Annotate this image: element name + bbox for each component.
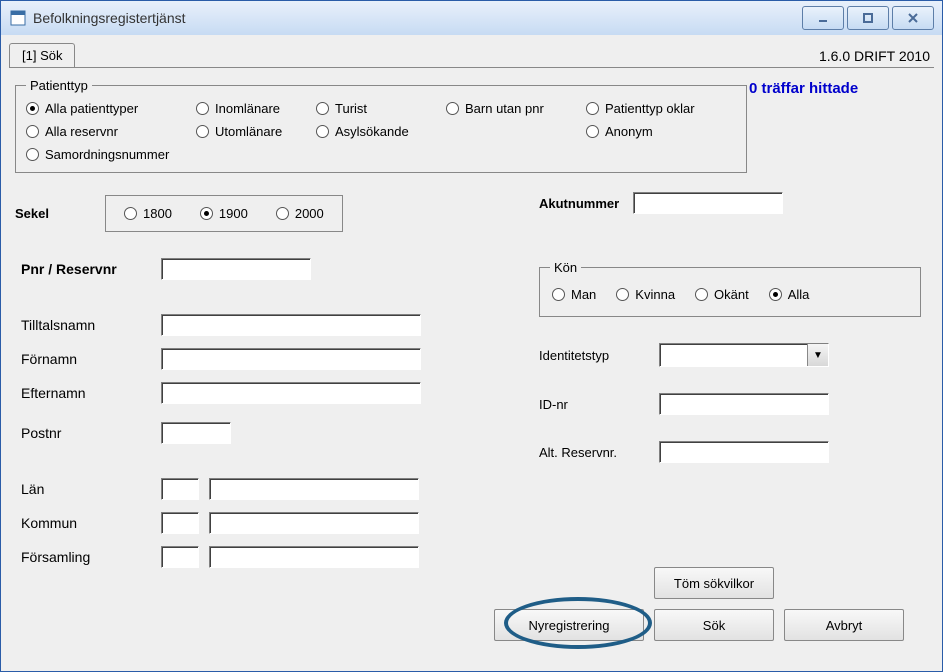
radio-turist[interactable]: Turist [316,101,446,116]
kon-group: Kön Man Kvinna Okänt Alla [539,260,921,317]
identitetstyp-select[interactable]: ▼ [659,343,829,367]
close-button[interactable] [892,6,934,30]
radio-man[interactable]: Man [552,287,596,302]
client-area: [1] Sök 1.6.0 DRIFT 2010 Patienttyp Alla… [1,35,942,671]
avbryt-button[interactable]: Avbryt [784,609,904,641]
sekel-label: Sekel [15,206,105,221]
radio-2000[interactable]: 2000 [276,206,324,221]
pnr-label: Pnr / Reservnr [21,261,161,277]
maximize-button[interactable] [847,6,889,30]
kon-legend: Kön [550,260,581,275]
version-label: 1.6.0 DRIFT 2010 [819,48,934,67]
identitetstyp-label: Identitetstyp [539,348,659,363]
window-title: Befolkningsregistertjänst [33,10,186,26]
forsamling-label: Församling [21,549,161,565]
postnr-label: Postnr [21,425,161,441]
kommun-label: Kommun [21,515,161,531]
tom-sokvilkor-button[interactable]: Töm sökvilkor [654,567,774,599]
radio-samordningsnummer[interactable]: Samordningsnummer [26,147,316,162]
chevron-down-icon: ▼ [807,344,828,366]
akutnummer-input[interactable] [633,192,783,214]
forsamling-name-input[interactable] [209,546,419,568]
altreservnr-input[interactable] [659,441,829,463]
tab-search[interactable]: [1] Sök [9,43,75,67]
lan-code-input[interactable] [161,478,199,500]
patienttyp-group: Patienttyp Alla patienttyper Inomlänare … [15,78,747,173]
tab-strip: [1] Sök 1.6.0 DRIFT 2010 [9,41,934,67]
app-window: Befolkningsregistertjänst [1] Sök 1.6.0 … [0,0,943,672]
radio-alla-reservnr[interactable]: Alla reservnr [26,124,196,139]
forsamling-code-input[interactable] [161,546,199,568]
nyregistrering-button[interactable]: Nyregistrering [494,609,644,641]
radio-1800[interactable]: 1800 [124,206,172,221]
fornamn-input[interactable] [161,348,421,370]
postnr-input[interactable] [161,422,231,444]
akutnummer-label: Akutnummer [539,196,619,211]
pnr-input[interactable] [161,258,311,280]
tilltalsnamn-input[interactable] [161,314,421,336]
identitetstyp-value [660,344,807,366]
kommun-code-input[interactable] [161,512,199,534]
idnr-label: ID-nr [539,397,659,412]
lan-label: Län [21,481,161,497]
radio-okant[interactable]: Okänt [695,287,749,302]
radio-inomlanare[interactable]: Inomlänare [196,101,316,116]
button-bar: Töm sökvilkor Nyregistrering Sök Avbryt [494,567,904,641]
efternamn-input[interactable] [161,382,421,404]
altreservnr-label: Alt. Reservnr. [539,445,659,460]
radio-barn-utan-pnr[interactable]: Barn utan pnr [446,101,586,116]
tilltalsnamn-label: Tilltalsnamn [21,317,161,333]
radio-alla-patienttyper[interactable]: Alla patienttyper [26,101,196,116]
radio-patienttyp-oklar[interactable]: Patienttyp oklar [586,101,736,116]
radio-anonym[interactable]: Anonym [586,124,736,139]
patienttyp-legend: Patienttyp [26,78,92,93]
titlebar: Befolkningsregistertjänst [1,1,942,36]
radio-kon-alla[interactable]: Alla [769,287,810,302]
sekel-group: 1800 1900 2000 [105,195,343,232]
idnr-input[interactable] [659,393,829,415]
efternamn-label: Efternamn [21,385,161,401]
radio-1900[interactable]: 1900 [200,206,248,221]
hits-label: 0 träffar hittade [749,80,858,97]
radio-kvinna[interactable]: Kvinna [616,287,675,302]
tab-page: Patienttyp Alla patienttyper Inomlänare … [9,67,934,659]
form-icon [9,9,27,27]
minimize-button[interactable] [802,6,844,30]
radio-asylsokande[interactable]: Asylsökande [316,124,446,139]
radio-utomlanare[interactable]: Utomlänare [196,124,316,139]
lan-name-input[interactable] [209,478,419,500]
fornamn-label: Förnamn [21,351,161,367]
kommun-name-input[interactable] [209,512,419,534]
window-controls [799,6,934,30]
sok-button[interactable]: Sök [654,609,774,641]
